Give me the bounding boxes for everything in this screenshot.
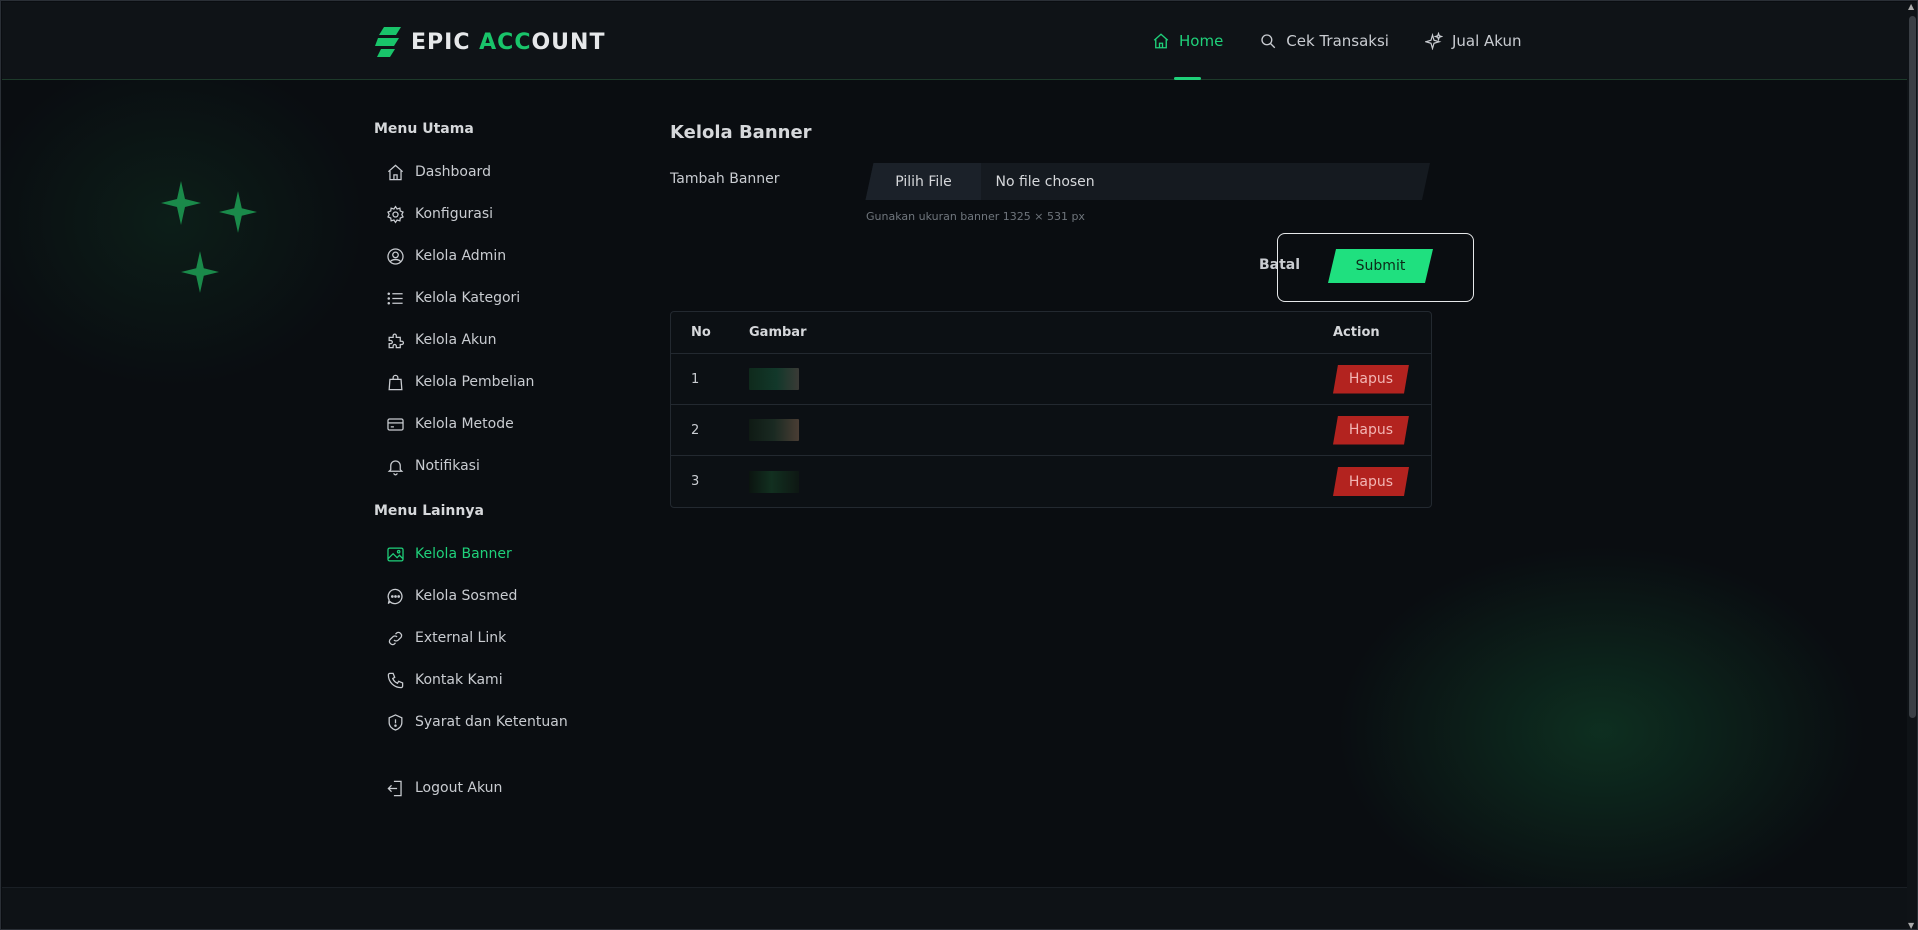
sidebar-item-kelola-metode[interactable]: Kelola Metode [374, 403, 604, 445]
sparkles-icon [1424, 32, 1443, 50]
nav-home[interactable]: Home [1152, 2, 1223, 80]
nav-jual-akun[interactable]: Jual Akun [1424, 2, 1522, 80]
page: EPIC ACCOUNT Home Cek Transaksi Jual Aku… [0, 0, 1918, 930]
nav-cek-transaksi[interactable]: Cek Transaksi [1259, 2, 1389, 80]
sidebar-item-kelola-kategori[interactable]: Kelola Kategori [374, 277, 604, 319]
brand-name: EPIC ACCOUNT [411, 29, 606, 55]
nav-home-label: Home [1179, 32, 1224, 50]
header-action: Action [1333, 325, 1380, 340]
banner-form-label: Tambah Banner [670, 171, 780, 187]
sidebar-item-label: Konfigurasi [415, 206, 494, 222]
banner-thumbnail[interactable] [749, 470, 799, 493]
sidebar-item-label: Syarat dan Ketentuan [415, 714, 568, 730]
sidebar-item-dashboard[interactable]: Dashboard [374, 151, 604, 193]
sidebar-item-label: Kelola Akun [415, 332, 497, 348]
sidebar-section-menu-lainnya: Menu Lainnya [374, 503, 484, 519]
main-content: Kelola Banner Tambah Banner Pilih File N… [670, 122, 1474, 508]
delete-button[interactable]: Hapus [1333, 365, 1409, 394]
image-icon [387, 547, 404, 561]
sidebar-item-label: Kontak Kami [415, 672, 503, 688]
sidebar-item-label: Dashboard [415, 164, 491, 180]
nav-cek-transaksi-label: Cek Transaksi [1286, 32, 1389, 50]
row-number: 2 [691, 422, 700, 438]
puzzle-icon [388, 333, 404, 348]
header-no: No [691, 325, 711, 340]
user-circle-icon [387, 247, 404, 265]
sidebar-item-label: External Link [415, 630, 507, 646]
banner-thumbnail[interactable] [749, 419, 799, 441]
shopping-bag-icon [388, 374, 403, 390]
row-number: 1 [691, 371, 700, 387]
sparkle-icon [181, 251, 219, 293]
scroll-up-arrow-icon[interactable]: ▲ [1908, 2, 1914, 11]
sidebar-item-kelola-admin[interactable]: Kelola Admin [374, 235, 604, 277]
sidebar-item-kelola-akun[interactable]: Kelola Akun [374, 319, 604, 361]
sidebar-item-notifikasi[interactable]: Notifikasi [374, 445, 604, 487]
sidebar-item-label: Logout Akun [415, 780, 503, 796]
sidebar-section-menu-utama: Menu Utama [374, 121, 474, 137]
sidebar-item-kelola-banner[interactable]: Kelola Banner [374, 533, 604, 575]
home-icon [387, 164, 404, 180]
sidebar-item-kelola-pembelian[interactable]: Kelola Pembelian [374, 361, 604, 403]
sidebar-item-label: Notifikasi [415, 458, 480, 474]
choose-file-button[interactable]: Pilih File [865, 163, 981, 200]
banner-size-hint: Gunakan ukuran banner 1325 × 531 px [866, 210, 1085, 223]
sidebar-item-konfigurasi[interactable]: Konfigurasi [374, 193, 604, 235]
sidebar-item-label: Kelola Metode [415, 416, 514, 432]
brand-logo[interactable]: EPIC ACCOUNT [375, 27, 605, 57]
sidebar-item-label: Kelola Pembelian [415, 374, 535, 390]
credit-card-icon [387, 417, 404, 431]
top-header: EPIC ACCOUNT Home Cek Transaksi Jual Aku… [2, 2, 1908, 80]
home-icon [1153, 33, 1169, 49]
table-row: 1 Hapus [671, 354, 1431, 405]
background-glow-bottom-right [1301, 521, 1901, 929]
scroll-down-arrow-icon[interactable]: ▼ [1908, 921, 1914, 929]
table-row: 2 Hapus [671, 405, 1431, 456]
sidebar-item-label: Kelola Kategori [415, 290, 521, 306]
bolt-logo-icon [375, 27, 401, 57]
sidebar-item-logout[interactable]: Logout Akun [374, 767, 604, 809]
banner-file-input[interactable]: Pilih File No file chosen [865, 163, 1430, 200]
page-title: Kelola Banner [670, 122, 812, 143]
banner-table: No Gambar Action 1 Hapus 2 Hapus 3 Hapus [670, 311, 1432, 508]
sidebar-item-kelola-sosmed[interactable]: Kelola Sosmed [374, 575, 604, 617]
vertical-scrollbar[interactable]: ▲ ▼ [1907, 2, 1917, 929]
file-status-text: No file chosen [995, 173, 1095, 190]
delete-button[interactable]: Hapus [1333, 416, 1409, 445]
chat-icon [387, 588, 403, 604]
sparkle-icon [161, 181, 201, 225]
row-number: 3 [691, 474, 700, 489]
nav-jual-akun-label: Jual Akun [1451, 32, 1522, 50]
header-gambar: Gambar [749, 325, 807, 340]
shield-icon [388, 713, 403, 731]
sidebar-item-external-link[interactable]: External Link [374, 617, 604, 659]
banner-thumbnail[interactable] [749, 368, 799, 390]
delete-button[interactable]: Hapus [1333, 467, 1409, 496]
table-header: No Gambar Action [671, 312, 1431, 354]
list-icon [387, 291, 403, 305]
footer [2, 887, 1908, 929]
sidebar-item-label: Kelola Banner [415, 546, 512, 562]
phone-icon [387, 672, 404, 688]
sidebar-item-label: Kelola Sosmed [415, 588, 518, 604]
bell-icon [387, 459, 404, 475]
sidebar: Menu Utama Dashboard Konfigurasi Kelola … [374, 121, 604, 809]
main-nav: Home Cek Transaksi Jual Akun [1152, 2, 1522, 80]
form-actions: Batal Submit [670, 231, 1474, 302]
search-icon [1261, 34, 1276, 49]
scroll-thumb[interactable] [1909, 16, 1916, 718]
table-row: 3 Hapus [671, 456, 1431, 507]
sidebar-item-syarat-ketentuan[interactable]: Syarat dan Ketentuan [374, 701, 604, 743]
sparkle-icon [219, 191, 257, 233]
sidebar-item-kontak-kami[interactable]: Kontak Kami [374, 659, 604, 701]
link-icon [388, 631, 403, 645]
gear-icon [387, 204, 404, 224]
submit-button[interactable]: Submit [1328, 249, 1433, 283]
sidebar-item-label: Kelola Admin [415, 248, 507, 264]
logout-icon [387, 780, 402, 796]
banner-form-row: Tambah Banner Pilih File No file chosen [670, 163, 1430, 200]
